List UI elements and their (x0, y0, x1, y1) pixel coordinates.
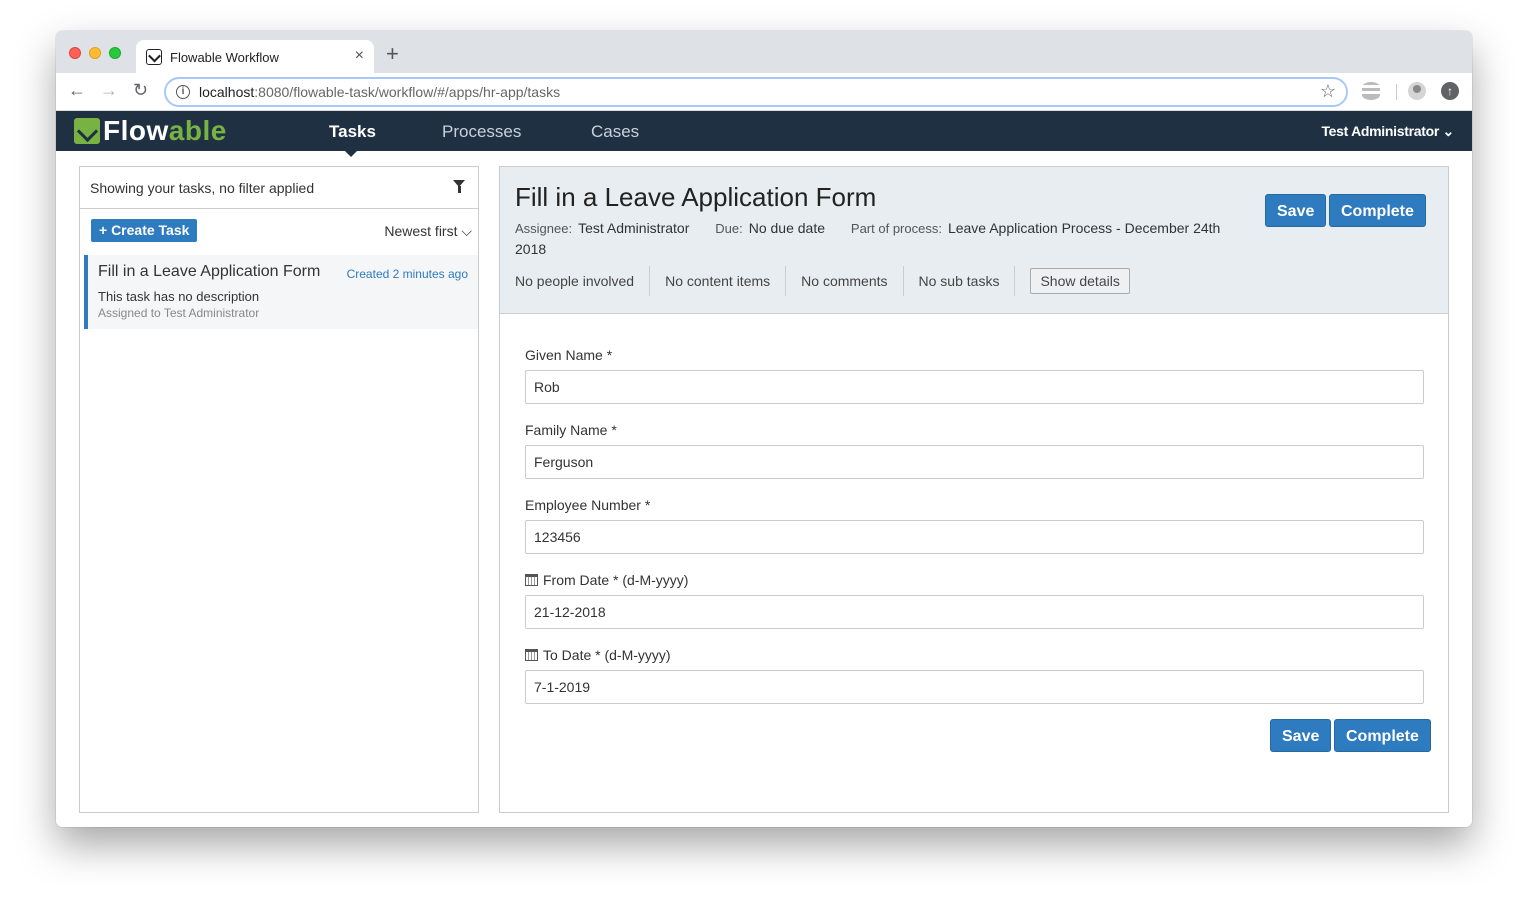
task-counts: No people involved No content items No c… (515, 266, 1130, 296)
nav-cases[interactable]: Cases (591, 122, 639, 142)
task-list-panel: Showing your tasks, no filter applied + … (79, 166, 479, 813)
complete-button[interactable]: Complete (1329, 194, 1426, 227)
logo-text: Flowable (103, 115, 227, 147)
given-name-label: Given Name * (525, 347, 613, 363)
form-save-button[interactable]: Save (1270, 719, 1332, 752)
task-item-title: Fill in a Leave Application Form (98, 263, 321, 280)
task-meta: Assignee: Test Administrator Due: No due d… (515, 218, 1255, 259)
save-button[interactable]: Save (1265, 194, 1327, 227)
database-extension-icon[interactable] (1362, 82, 1380, 100)
task-item-assigned: Assigned to Test Administrator (98, 306, 260, 320)
forward-arrow-icon[interactable]: → (100, 80, 118, 101)
given-name-field[interactable]: Rob (525, 370, 1424, 404)
flowable-logo[interactable]: Flowable (74, 115, 227, 147)
task-detail-panel: Fill in a Leave Application Form Assigne… (499, 166, 1449, 813)
process-label: Part of process: (850, 221, 942, 236)
flowable-logo-icon (74, 118, 100, 144)
show-details-button[interactable]: Show details (1030, 268, 1130, 294)
logo-text-accent: able (168, 115, 227, 146)
due-value[interactable]: No due date (749, 220, 825, 236)
nav-tasks[interactable]: Tasks (329, 122, 376, 142)
back-arrow-icon[interactable]: ← (68, 80, 86, 101)
new-tab-button[interactable]: + (386, 43, 399, 65)
sort-dropdown[interactable]: Newest first ⌵ (384, 223, 472, 240)
filter-icon[interactable] (453, 180, 466, 194)
employee-number-field[interactable]: 123456 (525, 520, 1424, 554)
reload-icon[interactable]: ↻ (133, 80, 148, 101)
active-nav-indicator (345, 151, 357, 157)
filter-bar[interactable]: Showing your tasks, no filter applied (80, 167, 478, 209)
family-name-label: Family Name * (525, 422, 617, 438)
calendar-icon (525, 649, 538, 661)
assignee-label: Assignee: (515, 221, 573, 236)
close-window-button[interactable] (69, 47, 81, 59)
to-date-field[interactable]: 7-1-2019 (525, 670, 1424, 704)
list-item[interactable]: Fill in a Leave Application Form Created… (84, 255, 478, 329)
calendar-icon (525, 574, 538, 586)
logo-text-prefix: F (103, 115, 121, 146)
close-tab-icon[interactable]: × (355, 47, 364, 65)
flowable-favicon-icon (146, 49, 162, 65)
nav-processes[interactable]: Processes (442, 122, 521, 142)
comments-link[interactable]: No comments (801, 266, 904, 296)
maximize-window-button[interactable] (109, 47, 121, 59)
page-title: Fill in a Leave Application Form (515, 182, 877, 212)
browser-tab[interactable]: Flowable Workflow × (136, 40, 374, 73)
create-task-button[interactable]: + Create Task (91, 219, 198, 242)
url-host: localhost (199, 84, 255, 100)
filter-text: Showing your tasks, no filter applied (90, 180, 315, 196)
browser-window: Flowable Workflow × + ← → ↻ i localhost:… (56, 31, 1472, 827)
to-date-label-text: To Date * (d-M-yyyy) (543, 647, 671, 663)
address-bar[interactable]: i localhost:8080/flowable-task/workflow/… (164, 77, 1348, 107)
update-arrow-icon[interactable]: ↑ (1441, 82, 1459, 100)
to-date-label: To Date * (d-M-yyyy) (525, 647, 671, 663)
task-item-description: This task has no description (98, 289, 260, 304)
from-date-label: From Date * (d-M-yyyy) (525, 572, 688, 588)
tab-strip: Flowable Workflow × + (56, 31, 1472, 73)
url-text[interactable]: localhost:8080/flowable-task/workflow/#/… (199, 84, 560, 100)
from-date-field[interactable]: 21-12-2018 (525, 595, 1424, 629)
form-complete-button[interactable]: Complete (1334, 719, 1431, 752)
bookmark-star-icon[interactable]: ☆ (1320, 81, 1336, 102)
app-navbar: Flowable Tasks Processes Cases Test Admi… (56, 111, 1472, 151)
family-name-field[interactable]: Ferguson (525, 445, 1424, 479)
assignee-value[interactable]: Test Administrator (578, 220, 689, 236)
sub-tasks-link[interactable]: No sub tasks (919, 266, 1016, 296)
user-menu[interactable]: Test Administrator ⌄ (1321, 123, 1454, 140)
browser-toolbar: ← → ↻ i localhost:8080/flowable-task/wor… (56, 73, 1472, 111)
task-item-created: Created 2 minutes ago (346, 267, 468, 281)
logo-text-main: low (120, 115, 169, 146)
people-involved-link[interactable]: No people involved (515, 266, 651, 296)
task-detail-header: Fill in a Leave Application Form Assigne… (500, 167, 1448, 314)
url-path: :8080/flowable-task/workflow/#/apps/hr-a… (254, 84, 561, 100)
due-label: Due: (715, 221, 743, 236)
tab-title: Flowable Workflow (170, 50, 279, 65)
from-date-label-text: From Date * (d-M-yyyy) (543, 572, 689, 588)
minimize-window-button[interactable] (89, 47, 101, 59)
profile-avatar-icon[interactable] (1408, 82, 1426, 100)
content-items-link[interactable]: No content items (665, 266, 787, 296)
toolbar-divider (1396, 84, 1397, 100)
info-icon[interactable]: i (176, 85, 190, 99)
employee-number-label: Employee Number * (525, 497, 651, 513)
